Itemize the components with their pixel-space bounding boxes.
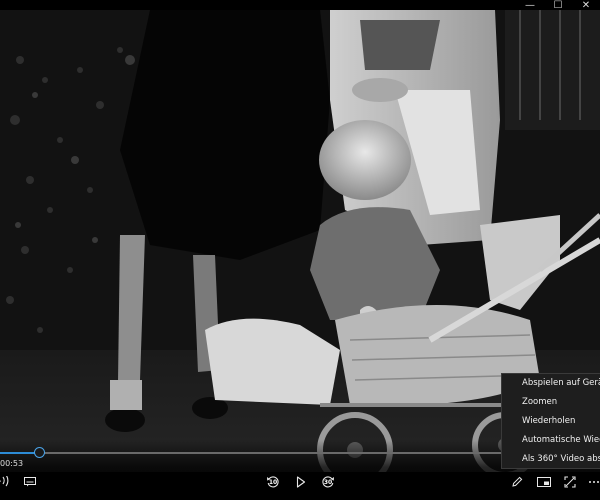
skip-back-button[interactable]: 10 <box>265 474 281 490</box>
fullscreen-icon <box>564 476 576 488</box>
close-button[interactable]: ✕ <box>572 0 600 12</box>
mini-view-button[interactable] <box>535 474 553 490</box>
media-player-window: — ☐ ✕ 00:53 10 30 Abspielen auf Gerät Zo… <box>0 0 600 500</box>
pen-icon <box>512 476 523 487</box>
menu-item-zoom[interactable]: Zoomen <box>502 393 600 412</box>
more-options-menu: Abspielen auf Gerät Zoomen Wiederholen A… <box>501 373 600 469</box>
skip-forward-label: 30 <box>323 479 333 487</box>
subtitles-icon <box>24 477 36 487</box>
minimize-button[interactable]: — <box>516 0 544 12</box>
fullscreen-button[interactable] <box>562 474 578 490</box>
volume-button[interactable] <box>0 474 12 490</box>
skip-back-label: 10 <box>268 479 278 487</box>
maximize-button[interactable]: ☐ <box>544 0 572 12</box>
volume-icon <box>0 476 9 487</box>
play-icon <box>296 476 306 488</box>
current-time: 00:53 <box>0 459 24 468</box>
window-controls: — ☐ ✕ <box>516 0 600 12</box>
more-icon <box>589 481 599 483</box>
mini-view-icon <box>537 477 551 487</box>
skip-forward-button[interactable]: 30 <box>320 474 336 490</box>
menu-item-360-video[interactable]: Als 360° Video abspielen <box>502 450 600 468</box>
menu-item-repeat[interactable]: Wiederholen <box>502 412 600 431</box>
seek-thumb[interactable] <box>34 447 46 458</box>
menu-item-autoplay[interactable]: Automatische Wiedergabe <box>502 431 600 450</box>
edit-button[interactable] <box>509 474 525 490</box>
more-button[interactable] <box>588 474 600 490</box>
subtitles-button[interactable] <box>22 474 38 490</box>
play-button[interactable] <box>293 474 309 490</box>
title-bar <box>0 0 600 10</box>
menu-item-cast[interactable]: Abspielen auf Gerät <box>502 374 600 393</box>
